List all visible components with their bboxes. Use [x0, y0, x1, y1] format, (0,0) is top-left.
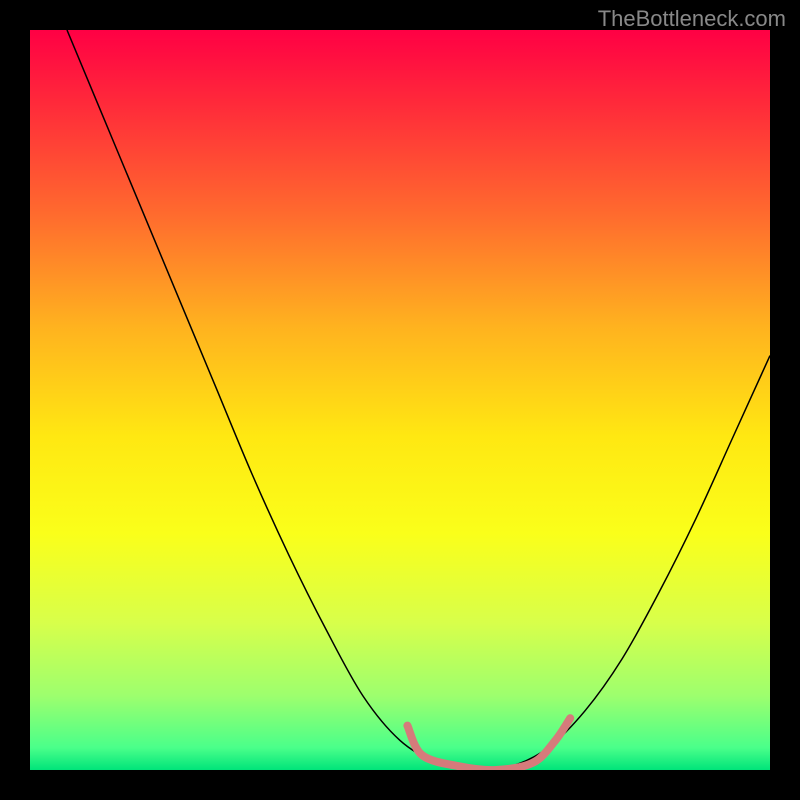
bottleneck-chart — [30, 30, 770, 770]
gradient-background — [30, 30, 770, 770]
chart-area — [30, 30, 770, 770]
watermark-text: TheBottleneck.com — [598, 6, 786, 32]
